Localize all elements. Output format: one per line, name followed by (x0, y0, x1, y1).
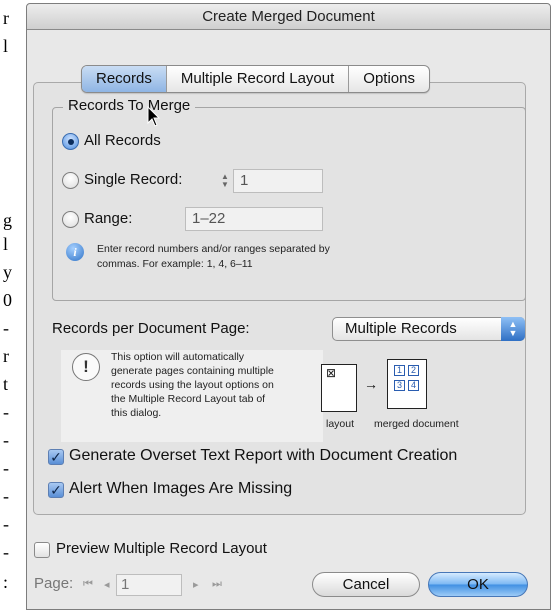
single-record-label[interactable]: Single Record: (84, 171, 182, 188)
info-icon: i (66, 243, 84, 261)
note-line-2: generate pages containing multiple (111, 365, 274, 377)
record-cell: 4 (408, 380, 419, 391)
strip-char: - (3, 458, 9, 478)
strip-char: - (3, 430, 9, 450)
range-field[interactable]: 1–22 (185, 207, 323, 231)
layout-page-icon: ⊠ (321, 364, 357, 412)
background-document-strip: r l g l y 0 - r t - - - - - - : (0, 0, 26, 610)
single-record-radio[interactable] (62, 172, 79, 189)
note-line-1: This option will automatically (111, 351, 245, 363)
records-per-page-popup[interactable]: Multiple Records ▲ ▼ (332, 317, 525, 341)
strip-char: - (3, 542, 9, 562)
preview-layout-label[interactable]: Preview Multiple Record Layout (56, 540, 267, 557)
note-line-5: this dialog. (111, 407, 162, 419)
note-line-3: records using the layout options on (111, 379, 274, 391)
records-per-page-value: Multiple Records (345, 320, 457, 337)
preview-layout-checkbox[interactable] (34, 542, 50, 558)
range-hint-line-1: Enter record numbers and/or ranges separ… (97, 243, 330, 255)
all-records-label[interactable]: All Records (84, 132, 161, 149)
tab-multiple-record-layout[interactable]: Multiple Record Layout (167, 66, 350, 92)
range-radio[interactable] (62, 211, 79, 228)
tab-records[interactable]: Records (82, 66, 167, 92)
alert-images-checkbox[interactable]: ✓ (48, 482, 64, 498)
record-cell: 1 (394, 365, 405, 376)
strip-char: r (3, 346, 9, 366)
strip-char: t (3, 374, 9, 394)
note-line-4: the Multiple Record Layout tab of (111, 393, 266, 405)
strip-char: r (3, 8, 9, 28)
exclamation-icon: ! (72, 353, 100, 381)
generate-overset-label[interactable]: Generate Overset Text Report with Docume… (69, 447, 457, 465)
strip-char: - (3, 486, 9, 506)
strip-char: l (3, 234, 9, 254)
single-record-field[interactable]: 1 (233, 169, 323, 193)
tab-options[interactable]: Options (349, 66, 429, 92)
previous-page-icon[interactable]: ◂ (104, 578, 110, 591)
strip-char: : (3, 572, 9, 592)
cancel-button[interactable]: Cancel (312, 572, 420, 597)
ok-button[interactable]: OK (428, 572, 528, 597)
create-merged-document-dialog: Create Merged Document Records Multiple … (26, 3, 551, 610)
layout-caption: layout (326, 418, 355, 430)
strip-char: - (3, 402, 9, 422)
single-record-stepper-icon[interactable]: ▲ ▼ (220, 173, 230, 189)
page-number-field[interactable]: 1 (116, 574, 182, 596)
range-hint-line-2: commas. For example: 1, 4, 6–11 (97, 258, 253, 270)
tab-bar: Records Multiple Record Layout Options (81, 65, 430, 93)
first-page-icon[interactable]: ⏮ (83, 578, 93, 591)
strip-char: - (3, 514, 9, 534)
last-page-icon[interactable]: ⏭ (212, 578, 222, 591)
merged-document-caption: merged document (374, 418, 459, 430)
merged-document-page-icon: 1 2 3 4 (387, 359, 427, 409)
record-cell: 2 (408, 365, 419, 376)
generate-overset-checkbox[interactable]: ✓ (48, 449, 64, 465)
popup-chevron-icon: ▲ ▼ (501, 317, 525, 341)
strip-char: 0 (3, 290, 12, 310)
records-per-page-label: Records per Document Page: (52, 320, 250, 337)
all-records-radio[interactable] (62, 133, 79, 150)
strip-char: g (3, 210, 12, 230)
page-label: Page: (34, 575, 74, 592)
range-label[interactable]: Range: (84, 210, 132, 227)
record-cell: 3 (394, 380, 405, 391)
strip-char: - (3, 318, 9, 338)
strip-char: y (3, 262, 12, 282)
arrow-right-icon: → (364, 376, 378, 392)
mouse-pointer-icon (147, 106, 161, 127)
next-page-icon[interactable]: ▸ (193, 578, 199, 591)
alert-images-label[interactable]: Alert When Images Are Missing (69, 480, 292, 498)
dialog-title: Create Merged Document (27, 4, 550, 30)
records-to-merge-title: Records To Merge (63, 97, 196, 114)
layout-frame-icon: ⊠ (326, 366, 337, 380)
strip-char: l (3, 36, 9, 56)
